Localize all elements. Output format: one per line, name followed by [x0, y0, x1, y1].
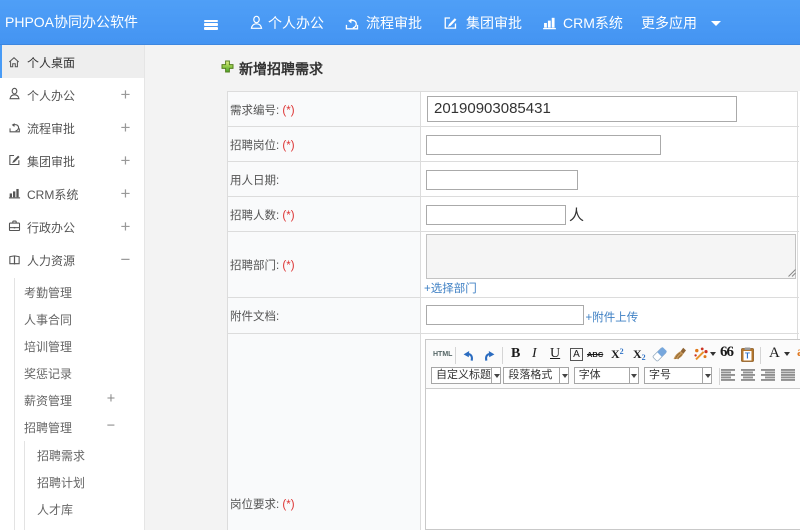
svg-text:T: T [745, 352, 750, 361]
